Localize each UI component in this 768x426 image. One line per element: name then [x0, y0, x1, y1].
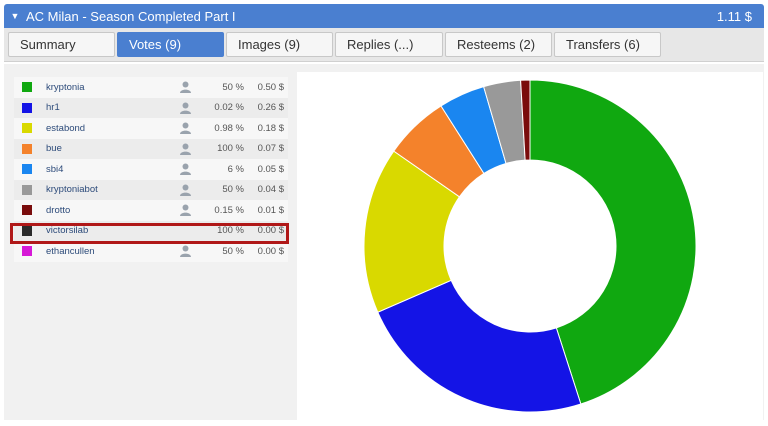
vote-value: 0.05 $ [257, 163, 284, 175]
legend-swatch [22, 102, 32, 113]
vote-value: 0.01 $ [257, 204, 284, 216]
legend-swatch [22, 82, 32, 93]
vote-row: bue 100 % 0.07 $ [14, 138, 288, 159]
user-icon [174, 102, 196, 114]
voter-name-link[interactable]: drotto [46, 205, 174, 216]
vote-percent: 0.02 % [214, 102, 244, 114]
legend-swatch [22, 164, 32, 175]
vote-percent: 6 % [227, 163, 244, 175]
vote-row: kryptonia 50 % 0.50 $ [14, 77, 288, 98]
user-icon [174, 143, 196, 155]
vote-row: kryptoniabot 50 % 0.04 $ [14, 179, 288, 200]
voter-name-link[interactable]: kryptonia [46, 82, 174, 93]
vote-value: 0.26 $ [257, 102, 284, 114]
tab-replies[interactable]: Replies (...) [335, 32, 443, 57]
vote-value: 0.04 $ [257, 184, 284, 196]
tabs-bar: Summary Votes (9) Images (9) Replies (..… [4, 28, 764, 62]
votes-panel: kryptonia 50 % 0.50 $ hr1 0.02 % 0.26 $ estabo… [4, 64, 764, 420]
post-title: AC Milan - Season Completed Part I [26, 8, 236, 24]
vote-percent: 50 % [222, 245, 244, 257]
user-icon [174, 122, 196, 135]
tab-images[interactable]: Images (9) [226, 32, 333, 57]
vote-row: estabond 0.98 % 0.18 $ [14, 118, 288, 139]
voter-name-link[interactable]: ethancullen [46, 246, 174, 257]
donut-slice-hr1[interactable] [377, 279, 582, 413]
legend-swatch [22, 205, 32, 216]
legend-swatch [22, 123, 32, 134]
user-icon [174, 184, 196, 196]
legend-swatch [22, 143, 32, 154]
post-payout: 1.11 $ [716, 8, 752, 24]
tab-transfers[interactable]: Transfers (6) [554, 32, 661, 57]
vote-percent: 0.15 % [214, 204, 244, 216]
donut-chart-svg [363, 79, 697, 413]
voter-name-link[interactable]: estabond [46, 123, 174, 134]
vote-percent: 100 % [217, 143, 244, 155]
tab-summary[interactable]: Summary [8, 32, 115, 57]
voter-name-link[interactable]: bue [46, 143, 174, 154]
user-icon [174, 245, 196, 258]
vote-row: ethancullen 50 % 0.00 $ [14, 241, 288, 262]
vote-percent: 50 % [222, 81, 244, 93]
vote-row: drotto 0.15 % 0.01 $ [14, 200, 288, 221]
vote-value: 0.00 $ [257, 245, 284, 257]
user-icon [174, 81, 196, 94]
voter-name-link[interactable]: sbi4 [46, 164, 174, 175]
voter-name-link[interactable]: kryptoniabot [46, 184, 174, 195]
user-icon [174, 204, 196, 217]
vote-percent: 50 % [222, 184, 244, 196]
tab-votes[interactable]: Votes (9) [117, 32, 224, 57]
collapse-caret-icon[interactable]: ▼ [4, 11, 26, 21]
user-icon [174, 163, 196, 176]
post-header[interactable]: ▼ AC Milan - Season Completed Part I 1.1… [4, 4, 764, 28]
vote-value: 0.07 $ [257, 143, 284, 155]
voter-name-link[interactable]: hr1 [46, 102, 174, 113]
legend-swatch [22, 246, 32, 257]
selected-vote-highlight [10, 223, 289, 244]
tab-resteems[interactable]: Resteems (2) [445, 32, 552, 57]
vote-row: hr1 0.02 % 0.26 $ [14, 97, 288, 118]
vote-percent: 0.98 % [214, 122, 244, 134]
vote-row: sbi4 6 % 0.05 $ [14, 159, 288, 180]
vote-value: 0.50 $ [257, 81, 284, 93]
vote-donut-chart [297, 72, 763, 420]
vote-value: 0.18 $ [257, 122, 284, 134]
legend-swatch [22, 184, 32, 195]
